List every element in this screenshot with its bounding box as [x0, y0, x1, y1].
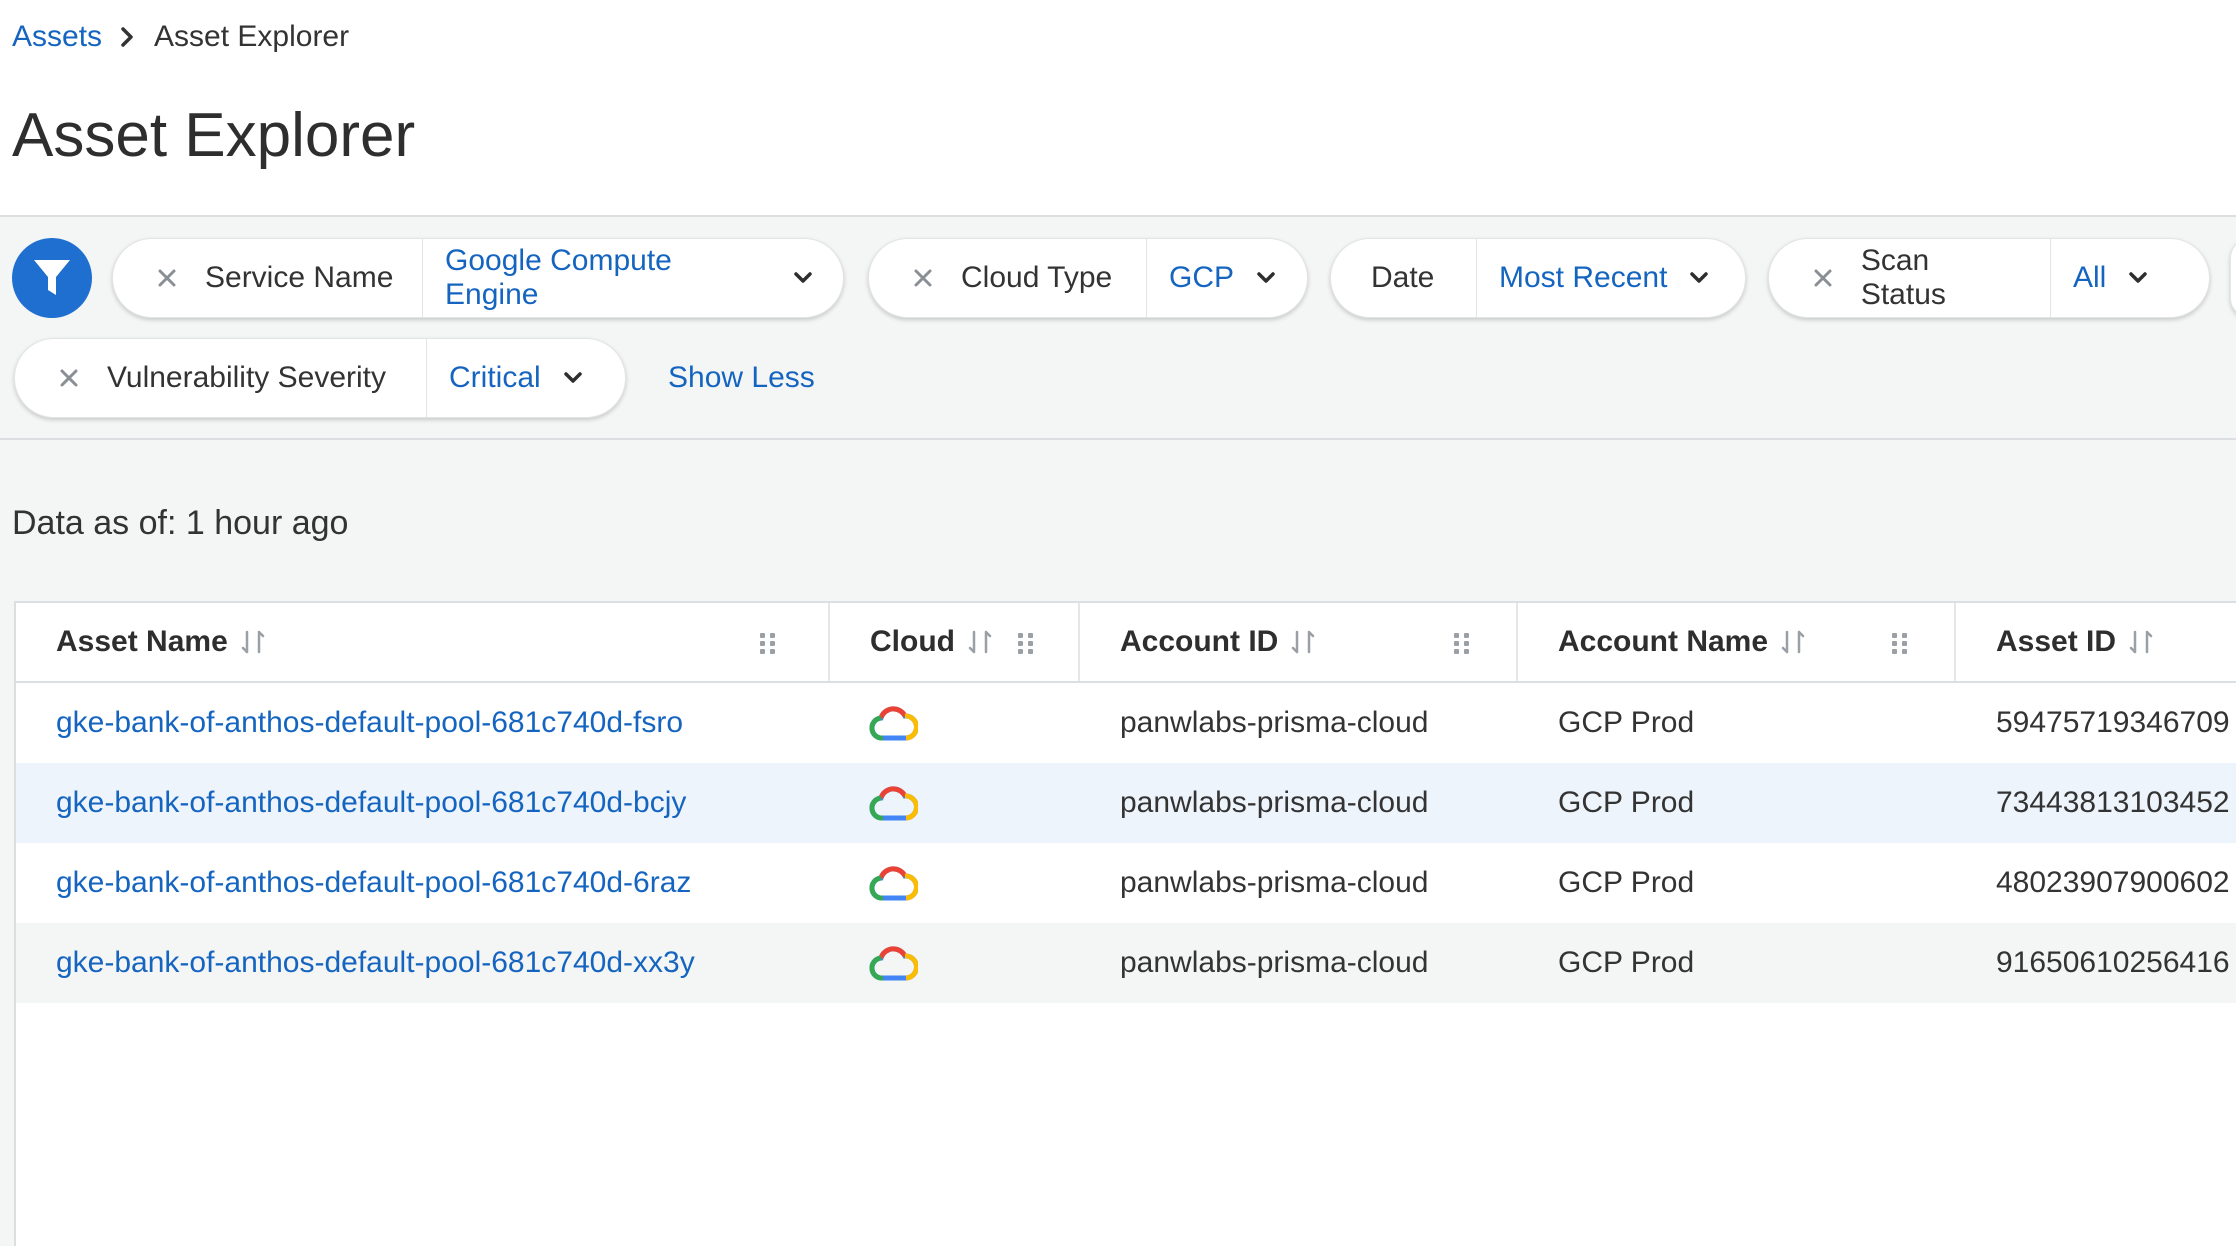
column-header-label: Asset Name [56, 625, 228, 658]
filter-pill-overflow[interactable] [2230, 238, 2236, 318]
filter-pill-cloud-type: Cloud Type GCP [868, 238, 1308, 318]
filter-key: Service Name [205, 261, 394, 294]
filter-value-scan-status-dropdown[interactable]: All [2051, 239, 2178, 317]
asset-name-link[interactable]: gke-bank-of-anthos-default-pool-681c740d… [56, 786, 686, 820]
filter-pill-service-name: Service Name Google Compute Engine [112, 238, 844, 318]
filter-key: Scan Status [1860, 244, 1946, 311]
filter-value: Critical [449, 361, 541, 394]
gcp-cloud-icon [868, 843, 918, 923]
drag-handle-icon[interactable] [1016, 631, 1036, 665]
account-id-cell: panwlabs-prisma-cloud [1120, 786, 1429, 819]
remove-filter-cloud-type-icon[interactable] [899, 268, 947, 288]
sort-icon[interactable] [240, 628, 266, 656]
column-header-label: Account Name [1558, 625, 1769, 658]
filter-value: Google Compute Engine [445, 244, 672, 311]
filter-pill-scan-status: Scan Status All [1768, 238, 2210, 318]
remove-filter-service-name-icon[interactable] [143, 268, 191, 288]
filter-toggle-button[interactable] [12, 238, 92, 318]
account-name-cell: GCP Prod [1558, 946, 1695, 979]
gcp-cloud-icon [868, 923, 918, 1003]
remove-filter-scan-status-icon[interactable] [1799, 268, 1847, 288]
sort-icon[interactable] [1780, 628, 1806, 656]
breadcrumb-current: Asset Explorer [154, 20, 350, 53]
chevron-down-icon [793, 271, 813, 285]
asset-name-link[interactable]: gke-bank-of-anthos-default-pool-681c740d… [56, 706, 683, 740]
data-freshness-label: Data as of: 1 hour ago [12, 504, 349, 542]
filter-value-service-name-dropdown[interactable]: Google Compute Engine [423, 239, 843, 317]
filter-key: Cloud Type [961, 261, 1113, 294]
column-header-cloud[interactable]: Cloud [830, 603, 1080, 681]
column-header-asset-id[interactable]: Asset ID [1956, 603, 2236, 681]
filter-key: Vulnerability Severity [107, 361, 387, 394]
account-id-cell: panwlabs-prisma-cloud [1120, 946, 1429, 979]
sort-icon[interactable] [2128, 628, 2154, 656]
chevron-down-icon [2128, 271, 2148, 285]
drag-handle-icon[interactable] [758, 631, 778, 665]
account-name-cell: GCP Prod [1558, 866, 1695, 899]
account-name-cell: GCP Prod [1558, 706, 1695, 739]
filter-pill-date: Date Most Recent [1330, 238, 1746, 318]
breadcrumb-assets-link[interactable]: Assets [12, 18, 102, 56]
filter-pill-vulnerability-severity: Vulnerability Severity Critical [14, 338, 626, 418]
column-header-label: Account ID [1120, 625, 1279, 658]
filter-value-date-dropdown[interactable]: Most Recent [1477, 239, 1739, 317]
chevron-right-icon [120, 26, 134, 48]
asset-name-link[interactable]: gke-bank-of-anthos-default-pool-681c740d… [56, 946, 695, 980]
asset-id-cell: 59475719346709 [1996, 706, 2230, 739]
asset-id-cell: 48023907900602 [1996, 866, 2230, 899]
asset-table: Asset Name Cloud Account ID Account Name… [14, 601, 2236, 1246]
column-header-asset-name[interactable]: Asset Name [16, 603, 830, 681]
table-row[interactable]: gke-bank-of-anthos-default-pool-681c740d… [16, 763, 2236, 843]
filter-key: Date [1371, 261, 1435, 294]
account-id-cell: panwlabs-prisma-cloud [1120, 866, 1429, 899]
column-header-label: Asset ID [1996, 625, 2117, 658]
drag-handle-icon[interactable] [1452, 631, 1472, 665]
show-less-link[interactable]: Show Less [668, 359, 815, 397]
filter-value-cloud-type-dropdown[interactable]: GCP [1147, 239, 1306, 317]
gcp-cloud-icon [868, 683, 918, 763]
account-name-cell: GCP Prod [1558, 786, 1695, 819]
table-empty-area [16, 1003, 2236, 1246]
filter-value: GCP [1169, 261, 1235, 294]
column-header-account-name[interactable]: Account Name [1518, 603, 1956, 681]
account-id-cell: panwlabs-prisma-cloud [1120, 706, 1429, 739]
chevron-down-icon [1689, 271, 1709, 285]
filter-value: Most Recent [1499, 261, 1668, 294]
chevron-down-icon [563, 371, 583, 385]
column-header-label: Cloud [870, 625, 955, 658]
filter-value: All [2073, 261, 2107, 294]
table-row[interactable]: gke-bank-of-anthos-default-pool-681c740d… [16, 843, 2236, 923]
page-title: Asset Explorer [12, 101, 416, 170]
chevron-down-icon [1256, 271, 1276, 285]
page-header: Assets Asset Explorer Asset Explorer [0, 0, 2236, 217]
asset-id-cell: 73443813103452 [1996, 786, 2230, 819]
remove-filter-vulnerability-severity-icon[interactable] [45, 368, 93, 388]
sort-icon[interactable] [1290, 628, 1316, 656]
asset-id-cell: 91650610256416 [1996, 946, 2230, 979]
table-row[interactable]: gke-bank-of-anthos-default-pool-681c740d… [16, 683, 2236, 763]
gcp-cloud-icon [868, 763, 918, 843]
column-header-account-id[interactable]: Account ID [1080, 603, 1518, 681]
table-row[interactable]: gke-bank-of-anthos-default-pool-681c740d… [16, 923, 2236, 1003]
asset-name-link[interactable]: gke-bank-of-anthos-default-pool-681c740d… [56, 866, 691, 900]
drag-handle-icon[interactable] [1890, 631, 1910, 665]
filter-value-vulnerability-severity-dropdown[interactable]: Critical [427, 339, 613, 417]
filter-icon [32, 257, 72, 299]
table-header: Asset Name Cloud Account ID Account Name… [16, 603, 2236, 683]
filter-bar: Service Name Google Compute Engine Cloud… [0, 217, 2236, 440]
breadcrumb: Assets Asset Explorer [12, 18, 349, 56]
sort-icon[interactable] [967, 628, 993, 656]
